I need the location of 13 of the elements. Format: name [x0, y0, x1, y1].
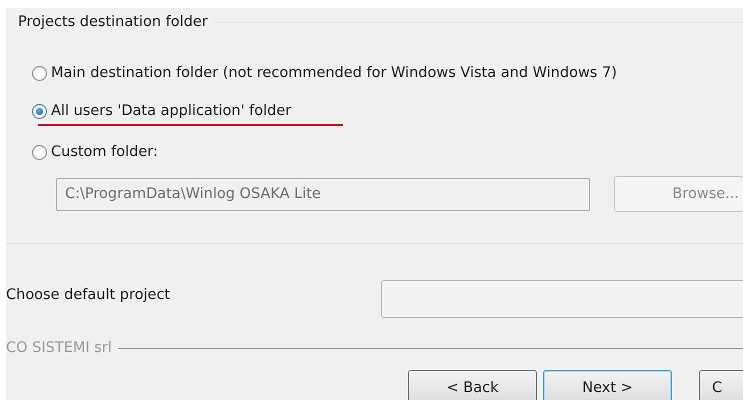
company-name: CO SISTEMI srl	[6, 340, 113, 356]
field-label: Choose default project	[6, 287, 170, 303]
wizard-button[interactable]: Next >	[543, 370, 672, 400]
wizard-button[interactable]: < Back	[408, 370, 537, 400]
radio-option[interactable]: All users 'Data application' folder	[32, 103, 292, 119]
group-title: Projects destination folder	[18, 14, 209, 30]
wizard-button[interactable]: C	[699, 370, 743, 400]
project-field[interactable]	[381, 280, 743, 318]
radio-option[interactable]: Custom folder:	[32, 144, 158, 160]
radio-button[interactable]	[32, 66, 47, 80]
radio-button[interactable]	[32, 144, 47, 160]
radio-option[interactable]: Main destination folder (not recommended for Windows Vista and Windows 7)	[32, 65, 617, 81]
radio-button[interactable]	[32, 104, 47, 118]
